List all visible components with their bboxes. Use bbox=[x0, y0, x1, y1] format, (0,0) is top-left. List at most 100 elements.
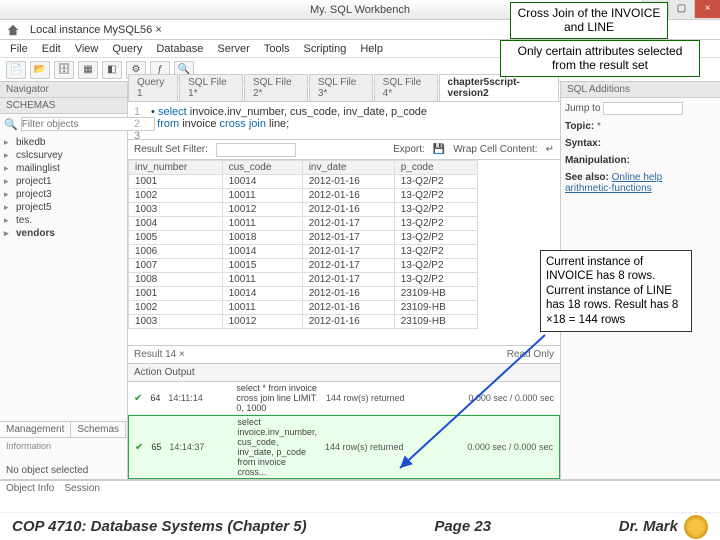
menu-help[interactable]: Help bbox=[360, 43, 383, 55]
result-toolbar: Result Set Filter: Export: 💾 Wrap Cell C… bbox=[128, 140, 560, 160]
connection-tab[interactable]: Local instance MySQL56 × bbox=[30, 24, 162, 36]
cell: 2012-01-17 bbox=[302, 273, 394, 287]
menu-view[interactable]: View bbox=[75, 43, 99, 55]
table-row[interactable]: 1003100122012-01-1623109-HB bbox=[129, 315, 478, 329]
cell: 1007 bbox=[129, 259, 223, 273]
help-link[interactable]: Online help bbox=[612, 172, 663, 183]
close-button[interactable]: × bbox=[694, 0, 720, 18]
table-row[interactable]: 1004100112012-01-1713-Q2/P2 bbox=[129, 217, 478, 231]
cell: 13-Q2/P2 bbox=[394, 231, 477, 245]
table-row[interactable]: 1002100112012-01-1613-Q2/P2 bbox=[129, 189, 478, 203]
cell: 2012-01-17 bbox=[302, 231, 394, 245]
cell: 2012-01-16 bbox=[302, 301, 394, 315]
tool-table-icon[interactable]: ▦ bbox=[78, 61, 98, 79]
action-row-highlight[interactable]: ✔ 65 14:14:37 select invoice.inv_number,… bbox=[128, 415, 560, 479]
col-header[interactable]: inv_date bbox=[302, 161, 394, 175]
sql-tab[interactable]: SQL File 1* bbox=[179, 74, 243, 101]
col-header[interactable]: cus_code bbox=[222, 161, 302, 175]
tool-new-sql-icon[interactable]: 📄 bbox=[6, 61, 26, 79]
schema-item[interactable]: cslcsurvey bbox=[4, 149, 123, 162]
home-icon[interactable] bbox=[6, 23, 20, 37]
menu-scripting[interactable]: Scripting bbox=[304, 43, 347, 55]
result-filter-input[interactable] bbox=[216, 143, 296, 157]
syntax-label: Syntax: bbox=[565, 138, 601, 149]
maximize-button[interactable]: ▢ bbox=[668, 0, 694, 18]
action-dur: 0.000 sec / 0.000 sec bbox=[443, 442, 553, 452]
sql-keyword: select bbox=[158, 106, 187, 118]
menu-file[interactable]: File bbox=[10, 43, 28, 55]
schema-item[interactable]: vendors bbox=[4, 227, 123, 240]
tool-view-icon[interactable]: ◧ bbox=[102, 61, 122, 79]
callout-rowcount: Current instance of INVOICE has 8 rows. … bbox=[540, 250, 692, 332]
menu-edit[interactable]: Edit bbox=[42, 43, 61, 55]
center-panel: Query 1 SQL File 1* SQL File 2* SQL File… bbox=[128, 82, 560, 479]
export-icon[interactable]: 💾 bbox=[433, 144, 445, 155]
table-row[interactable]: 1007100152012-01-1713-Q2/P2 bbox=[129, 259, 478, 273]
sql-text: invoice.inv_number, cus_code, inv_date, … bbox=[187, 106, 427, 118]
tab-management[interactable]: Management bbox=[0, 422, 71, 437]
sql-tab[interactable]: SQL File 2* bbox=[244, 74, 308, 101]
result-grid[interactable]: inv_number cus_code inv_date p_code 1001… bbox=[128, 160, 560, 345]
cell: 1006 bbox=[129, 245, 223, 259]
tab-session[interactable]: Session bbox=[64, 483, 100, 494]
schema-item[interactable]: project5 bbox=[4, 201, 123, 214]
schema-item[interactable]: bikedb bbox=[4, 136, 123, 149]
university-logo-icon bbox=[684, 515, 708, 539]
table-row[interactable]: 1001100142012-01-1623109-HB bbox=[129, 287, 478, 301]
action-num: 64 bbox=[150, 393, 160, 403]
cell: 10014 bbox=[222, 175, 302, 189]
table-row[interactable]: 1008100112012-01-1713-Q2/P2 bbox=[129, 273, 478, 287]
tool-open-icon[interactable]: 📂 bbox=[30, 61, 50, 79]
schema-item[interactable]: mailinglist bbox=[4, 162, 123, 175]
menu-database[interactable]: Database bbox=[156, 43, 203, 55]
sql-tab[interactable]: SQL File 4* bbox=[374, 74, 438, 101]
cell: 10011 bbox=[222, 217, 302, 231]
cell: 1002 bbox=[129, 301, 223, 315]
col-header[interactable]: p_code bbox=[394, 161, 477, 175]
sidebar: Navigator SCHEMAS 🔍 bikedb cslcsurvey ma… bbox=[0, 82, 128, 479]
information-title: Information bbox=[6, 441, 121, 451]
result-filter-label: Result Set Filter: bbox=[134, 144, 208, 155]
table-row[interactable]: 1003100122012-01-1613-Q2/P2 bbox=[129, 203, 478, 217]
seealso-label: See also: bbox=[565, 172, 609, 183]
menu-tools[interactable]: Tools bbox=[264, 43, 290, 55]
tool-db-icon[interactable]: 🗄 bbox=[54, 61, 74, 79]
schema-item[interactable]: project3 bbox=[4, 188, 123, 201]
tab-schemas[interactable]: Schemas bbox=[71, 422, 126, 437]
sql-tab[interactable]: Query 1 bbox=[128, 74, 178, 101]
action-row[interactable]: ✔ 64 14:11:14 select * from invoice cros… bbox=[128, 382, 560, 415]
cell: 13-Q2/P2 bbox=[394, 189, 477, 203]
schema-item[interactable]: tes. bbox=[4, 214, 123, 227]
tab-object-info[interactable]: Object Info bbox=[6, 483, 54, 494]
schema-item[interactable]: project1 bbox=[4, 175, 123, 188]
cell: 10011 bbox=[222, 273, 302, 287]
sql-tab[interactable]: SQL File 3* bbox=[309, 74, 373, 101]
navigator-title: Navigator bbox=[0, 82, 127, 98]
col-header[interactable]: inv_number bbox=[129, 161, 223, 175]
action-time: 14:11:14 bbox=[168, 393, 228, 403]
grid-footer: Result 14 × Read Only bbox=[128, 345, 560, 363]
cell: 13-Q2/P2 bbox=[394, 217, 477, 231]
cell: 1003 bbox=[129, 315, 223, 329]
table-row[interactable]: 1006100142012-01-1713-Q2/P2 bbox=[129, 245, 478, 259]
action-msg: 144 row(s) returned bbox=[325, 442, 435, 452]
sql-editor[interactable]: 1 • select invoice.inv_number, cus_code,… bbox=[128, 102, 560, 140]
table-row[interactable]: 1005100182012-01-1713-Q2/P2 bbox=[129, 231, 478, 245]
arith-link[interactable]: arithmetic-functions bbox=[565, 183, 652, 194]
result-tab-label[interactable]: Result 14 × bbox=[134, 349, 185, 360]
table-row[interactable]: 1001100142012-01-1613-Q2/P2 bbox=[129, 175, 478, 189]
table-row[interactable]: 1002100112012-01-1623109-HB bbox=[129, 301, 478, 315]
action-text: select invoice.inv_number, cus_code, inv… bbox=[237, 417, 317, 477]
menu-server[interactable]: Server bbox=[217, 43, 249, 55]
sql-tab-active[interactable]: chapter5script-version2 bbox=[439, 74, 559, 101]
schemas-title: SCHEMAS bbox=[0, 98, 127, 114]
jumpto-input[interactable] bbox=[603, 102, 683, 115]
cell: 10014 bbox=[222, 287, 302, 301]
menu-query[interactable]: Query bbox=[112, 43, 142, 55]
cell: 23109-HB bbox=[394, 315, 477, 329]
information-text: No object selected bbox=[6, 465, 121, 476]
wrap-icon[interactable]: ↵ bbox=[546, 144, 554, 155]
slide-footer: COP 4710: Database Systems (Chapter 5) P… bbox=[0, 512, 720, 540]
cell: 2012-01-16 bbox=[302, 175, 394, 189]
action-num: 65 bbox=[151, 442, 161, 452]
